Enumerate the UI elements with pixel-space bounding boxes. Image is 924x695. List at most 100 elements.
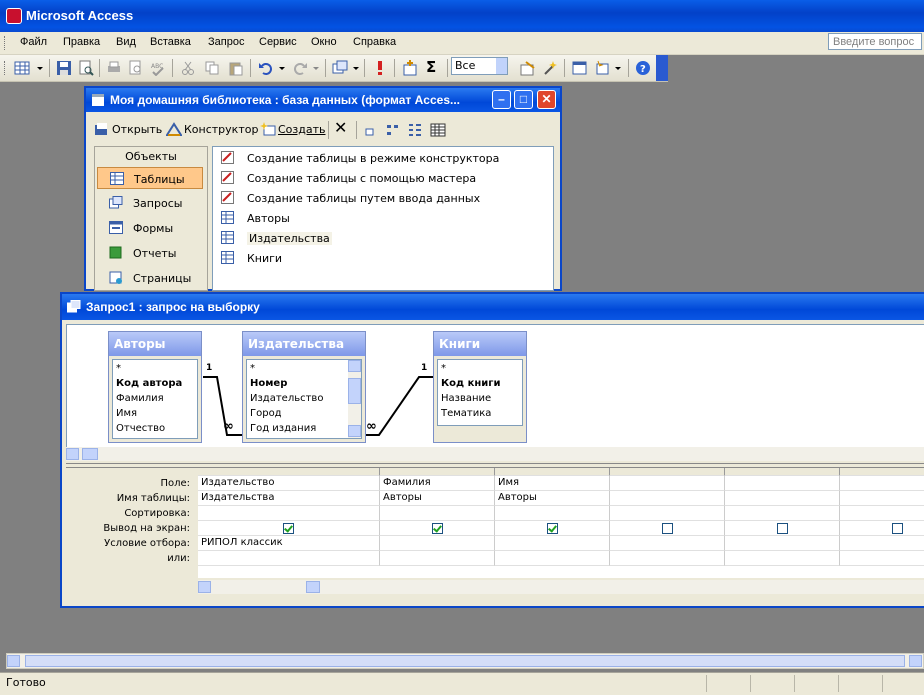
or-cell[interactable]	[495, 551, 610, 566]
menu-file[interactable]: Файл	[20, 36, 47, 48]
sort-cell[interactable]	[610, 506, 725, 521]
scroll-down-icon[interactable]	[348, 425, 361, 437]
properties-icon[interactable]	[520, 60, 536, 76]
undo-icon[interactable]	[258, 60, 274, 76]
view-dropdown-icon[interactable]	[36, 60, 44, 76]
field-item[interactable]: *	[250, 363, 255, 374]
print-preview-icon[interactable]	[128, 60, 144, 76]
undo-dropdown-icon[interactable]	[278, 60, 286, 76]
objects-item-pages[interactable]: Страницы	[97, 267, 203, 289]
copy-icon[interactable]	[204, 60, 220, 76]
criteria-cell[interactable]: РИПОЛ классик	[198, 536, 380, 551]
or-cell[interactable]	[380, 551, 495, 566]
toolbar-options-icon[interactable]	[656, 55, 668, 81]
new-object-icon[interactable]	[594, 60, 610, 76]
field-item[interactable]: Тематика	[441, 408, 491, 419]
help-question-input[interactable]: Введите вопрос	[828, 33, 922, 50]
objects-item-forms[interactable]: Формы	[97, 217, 203, 239]
minimize-button[interactable]: –	[492, 90, 511, 109]
show-checkbox[interactable]	[891, 523, 903, 534]
field-list[interactable]: * Код автора Фамилия Имя Отчество	[112, 359, 198, 439]
column-selector[interactable]	[610, 468, 725, 476]
or-cell[interactable]	[198, 551, 380, 566]
scroll-right-icon[interactable]	[909, 655, 922, 667]
column-selector[interactable]	[840, 468, 924, 476]
paste-icon[interactable]	[228, 60, 244, 76]
spelling-icon[interactable]: ABC	[150, 60, 166, 76]
table-box-title[interactable]: Книги	[434, 332, 526, 356]
show-cell[interactable]	[380, 521, 495, 536]
show-cell[interactable]	[840, 521, 924, 536]
print-icon[interactable]	[106, 60, 122, 76]
column-selector[interactable]	[198, 468, 380, 476]
column-selector[interactable]	[725, 468, 840, 476]
objects-item-reports[interactable]: Отчеты	[97, 242, 203, 264]
field-item[interactable]: *	[116, 363, 121, 374]
delete-icon[interactable]: ✕	[334, 118, 347, 137]
table-pane-hscrollbar[interactable]	[66, 447, 924, 461]
or-cell[interactable]	[610, 551, 725, 566]
scroll-left-icon[interactable]	[66, 448, 79, 460]
large-icons-icon[interactable]	[364, 123, 378, 137]
sort-cell[interactable]	[198, 506, 380, 521]
show-checkbox[interactable]	[661, 523, 673, 534]
show-cell[interactable]	[610, 521, 725, 536]
sort-cell[interactable]	[725, 506, 840, 521]
scroll-thumb[interactable]	[348, 378, 361, 404]
table-cell[interactable]	[725, 491, 840, 506]
field-list-scrollbar[interactable]	[348, 360, 361, 438]
close-button[interactable]: ✕	[537, 90, 556, 109]
field-item[interactable]: *	[441, 363, 446, 374]
field-item[interactable]: Код книги	[441, 378, 501, 389]
field-item[interactable]: Год издания	[250, 423, 316, 434]
show-cell[interactable]	[198, 521, 380, 536]
query-type-dropdown-icon[interactable]	[352, 60, 360, 76]
menu-insert[interactable]: Вставка	[150, 36, 191, 48]
redo-dropdown-icon[interactable]	[312, 60, 320, 76]
field-cell[interactable]	[725, 476, 840, 491]
view-table-icon[interactable]	[14, 60, 30, 76]
scroll-thumb[interactable]	[25, 655, 905, 667]
show-checkbox[interactable]	[283, 523, 294, 534]
details-view-icon[interactable]	[430, 123, 446, 137]
maximize-button[interactable]: □	[514, 90, 533, 109]
column-selector[interactable]	[495, 468, 610, 476]
query-type-icon[interactable]	[332, 60, 348, 76]
table-box-authors[interactable]: Авторы * Код автора Фамилия Имя Отчество	[108, 331, 202, 443]
table-cell[interactable]	[840, 491, 924, 506]
menu-tools[interactable]: Сервис	[259, 36, 297, 48]
menubar-grip-icon[interactable]	[4, 36, 8, 50]
database-window-icon[interactable]	[572, 60, 588, 76]
table-cell[interactable]: Авторы	[380, 491, 495, 506]
scroll-left-icon[interactable]	[7, 655, 20, 667]
field-item[interactable]: Код автора	[116, 378, 182, 389]
show-cell[interactable]	[725, 521, 840, 536]
field-item[interactable]: Отчество	[116, 423, 165, 434]
query-window-titlebar[interactable]: Запрос1 : запрос на выборку	[62, 294, 924, 320]
column-selector[interactable]	[380, 468, 495, 476]
redo-icon[interactable]	[292, 60, 308, 76]
scroll-thumb[interactable]	[306, 581, 320, 593]
scroll-left-icon[interactable]	[198, 581, 211, 593]
show-checkbox[interactable]	[776, 523, 788, 534]
help-icon[interactable]: ?	[635, 60, 651, 76]
run-icon[interactable]	[372, 60, 388, 76]
menu-view[interactable]: Вид	[116, 36, 136, 48]
search-file-icon[interactable]	[78, 60, 94, 76]
build-wizard-icon[interactable]	[542, 60, 558, 76]
field-cell[interactable]	[840, 476, 924, 491]
objects-item-tables[interactable]: Таблицы	[97, 167, 203, 189]
or-cell[interactable]	[840, 551, 924, 566]
toolbar-grip-icon[interactable]	[4, 61, 8, 75]
list-view-icon[interactable]	[408, 123, 422, 137]
table-cell[interactable]: Издательства	[198, 491, 380, 506]
field-item[interactable]: Имя	[116, 408, 137, 419]
save-icon[interactable]	[56, 60, 72, 76]
top-values-dropdown-icon[interactable]	[496, 58, 507, 74]
grid-hscrollbar[interactable]	[198, 580, 924, 594]
field-item[interactable]: Номер	[250, 378, 287, 389]
show-table-icon[interactable]	[402, 60, 418, 76]
table-box-publishers[interactable]: Издательства * Номер Издательство Город …	[242, 331, 366, 443]
show-checkbox[interactable]	[431, 523, 443, 534]
table-box-books[interactable]: Книги * Код книги Название Тематика	[433, 331, 527, 443]
